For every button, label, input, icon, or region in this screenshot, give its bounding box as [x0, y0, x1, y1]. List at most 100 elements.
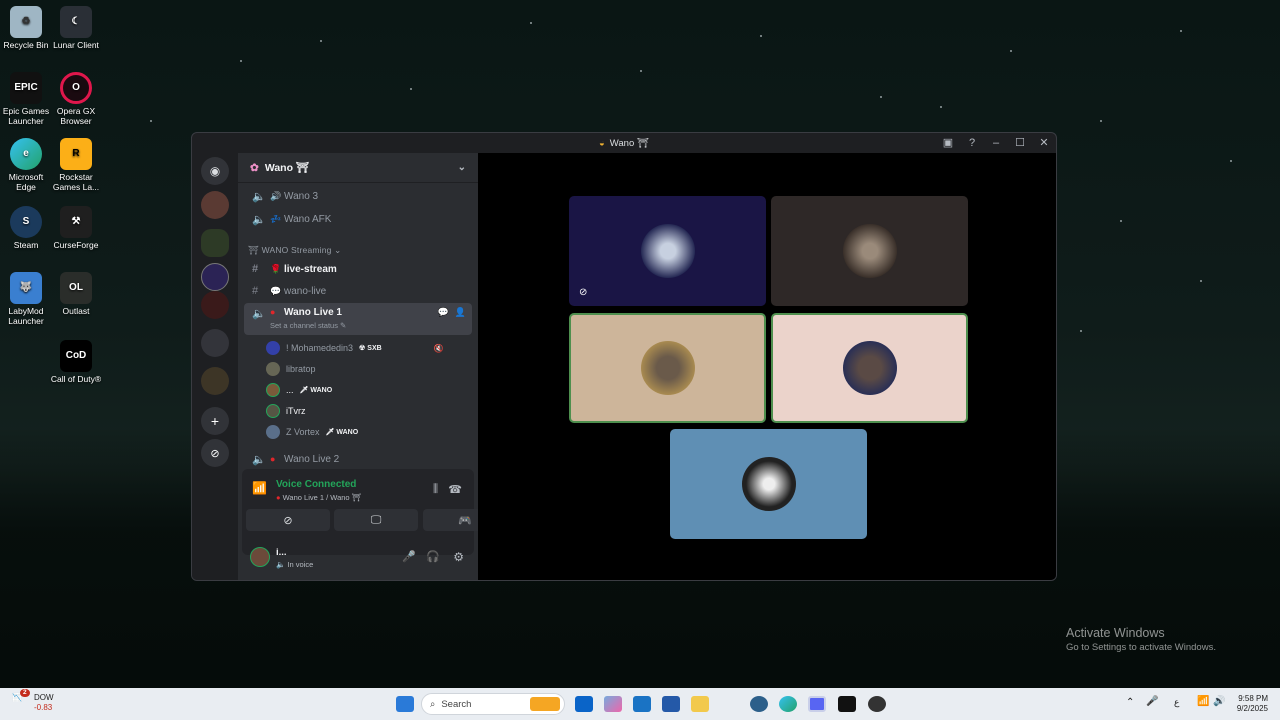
avatar — [741, 457, 796, 511]
speech-bubble-icon: 💬 — [270, 285, 282, 296]
server-header[interactable]: ✿ Wano ⛩ ⌄ — [238, 153, 478, 183]
voice-stage: ⊘ — [478, 153, 1056, 580]
file-explorer-icon[interactable] — [691, 696, 709, 712]
outlast-icon: OL — [60, 272, 92, 304]
server-icon-wano[interactable] — [201, 229, 229, 257]
camera-off-button[interactable]: ⊘ — [246, 509, 330, 531]
voice-user[interactable]: Z Vortex 🗡 WANO — [266, 422, 358, 442]
add-server-icon[interactable]: + — [201, 407, 229, 435]
text-channel-live-stream[interactable]: # 🌹 live-stream — [244, 258, 472, 280]
desktop-icon-edge[interactable]: e Microsoft Edge — [0, 138, 52, 193]
edge-alt-icon[interactable] — [750, 696, 768, 712]
edge-icon[interactable] — [779, 696, 797, 712]
minimize-button[interactable]: – — [984, 133, 1008, 153]
voice-channel-wano-live-1[interactable]: 🔈 ● Wano Live 1 💬 👤 Set a channel status… — [244, 303, 472, 335]
server-emoji-icon: ◒ — [599, 137, 605, 149]
close-button[interactable]: ✕ — [1032, 133, 1056, 153]
outlook-icon[interactable] — [575, 696, 593, 712]
discord-icon[interactable] — [808, 696, 826, 712]
sleep-icon: 💤 — [270, 213, 282, 224]
desktop-icon-labymod[interactable]: 🐺 LabyMod Launcher — [0, 272, 52, 327]
red-circle-icon: ● — [276, 493, 283, 502]
server-tag: 🗡 WANO — [325, 429, 359, 436]
clock[interactable]: 9:58 PM 9/2/2025 — [1237, 694, 1268, 715]
start-button[interactable] — [396, 696, 414, 712]
desktop-icon-opera-gx[interactable]: O Opera GX Browser — [50, 72, 102, 127]
search-input[interactable]: ⌕ Search — [421, 693, 565, 715]
participant-tile-speaking[interactable] — [569, 313, 766, 423]
language-indicator[interactable]: ع — [1174, 697, 1179, 708]
participant-tile[interactable] — [771, 196, 968, 306]
chat-icon[interactable]: 💬 — [438, 307, 449, 318]
red-circle-icon: ● — [270, 454, 276, 464]
text-channel-wano-live[interactable]: # 💬 wano-live — [244, 280, 472, 302]
stock-widget[interactable]: 📉 2 DOW -0.83 — [12, 689, 54, 712]
red-circle-icon: ● — [270, 307, 276, 317]
channel-sidebar: ✿ Wano ⛩ ⌄ 🔈 🔊 Wano 3 🔈 💤 Wano AFK ⛩ WAN… — [238, 153, 507, 580]
tag-icon: 🗡 — [325, 429, 337, 436]
search-icon: ⌕ — [430, 698, 436, 710]
speaker-locked-icon: 🔈 — [252, 190, 266, 203]
invite-icon[interactable]: 👤 — [455, 307, 466, 318]
desktop-icon-steam[interactable]: S Steam — [0, 206, 52, 251]
microphone-icon[interactable]: 🎤 — [402, 550, 416, 563]
channel-status[interactable]: Set a channel status ✎ — [270, 321, 346, 330]
avatar — [640, 224, 695, 278]
server-icon[interactable] — [201, 329, 229, 357]
server-icon[interactable] — [201, 291, 229, 319]
voice-channel-wano-afk[interactable]: 🔈 💤 Wano AFK — [244, 208, 472, 230]
voice-channel-wano-3[interactable]: 🔈 🔊 Wano 3 — [244, 185, 472, 207]
avatar[interactable] — [250, 547, 270, 567]
defender-icon[interactable] — [662, 696, 680, 712]
voice-user[interactable]: ... 🗡 WANO — [266, 380, 332, 400]
wifi-icon[interactable]: 📶 — [1197, 696, 1209, 707]
screen-share-button[interactable]: 🖵 — [334, 509, 418, 531]
participant-tile-speaking[interactable] — [771, 313, 968, 423]
help-icon[interactable]: ? — [960, 133, 984, 153]
app-icon[interactable] — [868, 696, 886, 712]
curseforge-icon: ⚒ — [60, 206, 92, 238]
notification-badge: 2 — [20, 689, 30, 698]
desktop-icon-rockstar[interactable]: R Rockstar Games La... — [50, 138, 102, 193]
server-icon[interactable] — [201, 191, 229, 219]
settings-gear-icon[interactable]: ⚙ — [453, 550, 464, 564]
desktop-icon-epic-games[interactable]: EPIC Epic Games Launcher — [0, 72, 52, 127]
desktop-icon-lunar-client[interactable]: ☾ Lunar Client — [50, 6, 102, 51]
category-wano-streaming[interactable]: ⛩ WANO Streaming ⌄ — [248, 245, 341, 256]
headphones-icon[interactable]: 🎧 — [426, 550, 440, 563]
voice-channel-wano-live-2[interactable]: 🔈 ● Wano Live 2 — [244, 448, 472, 470]
avatar — [266, 425, 280, 439]
store-icon[interactable] — [633, 696, 651, 712]
microphone-icon[interactable]: 🎤 — [1146, 696, 1158, 707]
server-badge-icon: ✿ — [250, 161, 259, 174]
voice-location[interactable]: ● Wano Live 1 / Wano ⛩ — [276, 493, 361, 502]
hashtag-icon: # — [252, 285, 259, 297]
chevron-up-icon[interactable]: ⌃ — [1126, 697, 1134, 708]
discover-icon[interactable]: ⊘ — [201, 439, 229, 467]
volume-icon[interactable]: 🔊 — [1213, 696, 1225, 707]
noise-suppression-icon[interactable]: ⫼ — [433, 483, 438, 496]
disconnect-icon[interactable]: ☎ — [448, 483, 462, 496]
participant-tile[interactable] — [670, 429, 867, 539]
activate-windows-watermark: Activate Windows Go to Settings to activ… — [1066, 626, 1216, 653]
desktop-icon-outlast[interactable]: OL Outlast — [50, 272, 102, 317]
voice-user[interactable]: libratop — [266, 359, 316, 379]
search-highlight-icon — [530, 697, 560, 711]
desktop-icon-curseforge[interactable]: ⚒ CurseForge — [50, 206, 102, 251]
participant-tile[interactable]: ⊘ — [569, 196, 766, 306]
voice-user[interactable]: iTvrz — [266, 401, 306, 421]
desktop-icon-recycle-bin[interactable]: ♻ Recycle Bin — [0, 6, 52, 51]
direct-messages-button[interactable]: ◉ — [201, 157, 229, 185]
discord-window: ◒ Wano ⛩ ▣ ? – ☐ ✕ ◉ + ⊘ ✿ Wano ⛩ ⌄ 🔈 🔊 … — [191, 132, 1057, 581]
recycle-bin-icon: ♻ — [10, 6, 42, 38]
voice-user[interactable]: ! Mohamededin3 ☢ SXB 🔇 — [266, 338, 444, 358]
call-of-duty-icon[interactable] — [838, 696, 856, 712]
desktop-icon-call-of-duty[interactable]: CoD Call of Duty® — [50, 340, 102, 385]
server-icon[interactable] — [201, 367, 229, 395]
maximize-button[interactable]: ☐ — [1008, 133, 1032, 153]
server-icon[interactable] — [201, 263, 229, 291]
taskbar: 📉 2 DOW -0.83 ⌕ Search ⌃ 🎤 ع 📶 🔊 9:58 PM … — [0, 688, 1280, 720]
muted-icon: 🔇 — [433, 343, 444, 353]
inbox-icon[interactable]: ▣ — [936, 133, 960, 153]
copilot-icon[interactable] — [604, 696, 622, 712]
